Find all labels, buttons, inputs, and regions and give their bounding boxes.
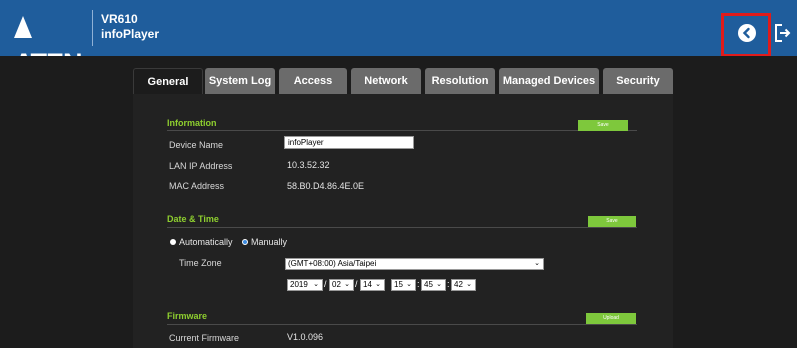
year-value: 2019 (290, 280, 308, 289)
radio-dot-icon (170, 239, 176, 245)
manual-radio[interactable]: Manually (242, 237, 287, 247)
device-name-input[interactable]: infoPlayer (284, 136, 414, 149)
firmware-upload-button[interactable]: Upload (586, 313, 636, 324)
lan-ip-label: LAN IP Address (169, 161, 233, 171)
tab-managed-devices[interactable]: Managed Devices (499, 68, 599, 94)
time-separator: : (417, 279, 420, 289)
firmware-title: Firmware (167, 311, 208, 321)
hour-select[interactable]: 15 ⌄ (391, 279, 416, 291)
lan-ip-value: 10.3.52.32 (287, 160, 330, 170)
top-header: ATEN VR610 infoPlayer (0, 0, 797, 78)
radio-selected-icon (242, 239, 248, 245)
chevron-down-icon: ⌄ (466, 281, 472, 288)
device-name-label: Device Name (169, 140, 224, 150)
minute-select[interactable]: 45 ⌄ (421, 279, 446, 291)
timezone-select[interactable]: (GMT+08:00) Asia/Taipei ⌄ (285, 258, 544, 270)
chevron-down-icon: ⌄ (313, 281, 319, 288)
year-select[interactable]: 2019 ⌄ (287, 279, 323, 291)
day-select[interactable]: 14 ⌄ (360, 279, 385, 291)
second-value: 42 (454, 280, 463, 289)
time-separator: : (447, 279, 450, 289)
timezone-value: (GMT+08:00) Asia/Taipei (288, 259, 377, 268)
date-separator: / (355, 279, 358, 289)
day-value: 14 (363, 280, 372, 289)
mac-label: MAC Address (169, 181, 225, 191)
current-firmware-value: V1.0.096 (287, 332, 324, 342)
chevron-down-icon: ⌄ (344, 281, 350, 288)
auto-radio[interactable]: Automatically (170, 237, 233, 247)
chevron-down-icon: ⌄ (375, 281, 381, 288)
section-divider (167, 324, 637, 325)
date-separator: / (324, 279, 327, 289)
second-select[interactable]: 42 ⌄ (451, 279, 476, 291)
information-save-button[interactable]: Save (578, 120, 628, 131)
section-divider (167, 130, 637, 131)
tab-access[interactable]: Access (279, 68, 347, 94)
chevron-down-icon: ⌄ (406, 281, 412, 288)
app-name: infoPlayer (101, 27, 160, 41)
manual-radio-label: Manually (251, 237, 288, 247)
hour-value: 15 (394, 280, 403, 289)
timezone-label: Time Zone (179, 258, 222, 268)
tab-resolution[interactable]: Resolution (425, 68, 495, 94)
red-highlight-frame (721, 13, 771, 57)
model-name: VR610 (101, 12, 138, 26)
month-value: 02 (332, 280, 341, 289)
datetime-save-button[interactable]: Save (588, 216, 636, 227)
date-time-title: Date & Time (167, 214, 219, 224)
month-select[interactable]: 02 ⌄ (329, 279, 354, 291)
logout-icon[interactable] (773, 23, 791, 43)
chevron-down-icon: ⌄ (534, 260, 540, 267)
chevron-down-icon: ⌄ (436, 281, 442, 288)
mac-value: 58.B0.D4.86.4E.0E (287, 181, 365, 191)
current-firmware-label: Current Firmware (169, 333, 240, 343)
auto-radio-label: Automatically (179, 237, 233, 247)
aten-logo: ATEN (14, 9, 90, 78)
information-title: Information (167, 118, 217, 128)
tab-security[interactable]: Security (603, 68, 673, 94)
logo-divider (92, 10, 93, 46)
product-title: VR610 infoPlayer (101, 12, 159, 42)
tab-system-log[interactable]: System Log (205, 68, 275, 94)
section-divider (167, 227, 637, 228)
tab-network[interactable]: Network (351, 68, 421, 94)
minute-value: 45 (424, 280, 433, 289)
tab-general[interactable]: General (133, 68, 203, 94)
